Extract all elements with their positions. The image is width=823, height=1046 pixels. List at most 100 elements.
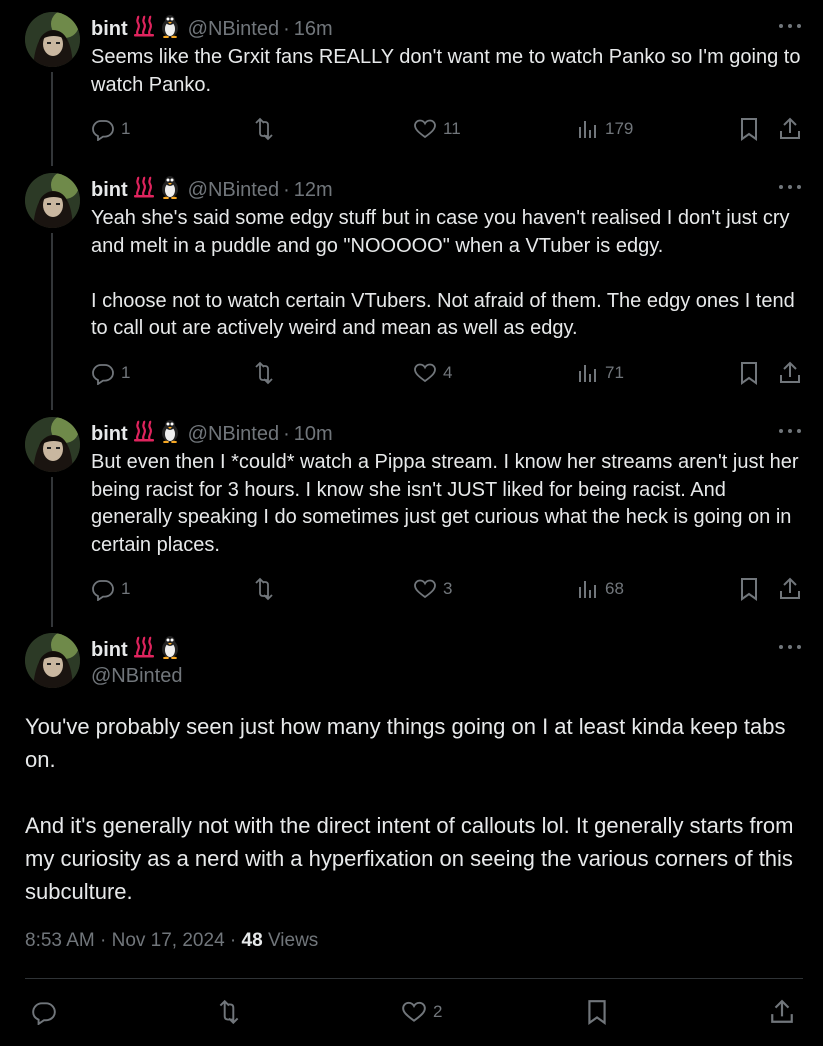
bookmark-button[interactable] — [738, 576, 760, 602]
tweet-text: But even then I *could* watch a Pippa st… — [91, 451, 805, 556]
more-options-icon[interactable] — [779, 184, 801, 190]
reply-button[interactable]: 1 — [91, 116, 130, 142]
tweet-meta: 8:53 AM · Nov 17, 2024 · 48 Views — [25, 930, 318, 952]
like-button[interactable]: 2 — [401, 999, 442, 1025]
avatar[interactable] — [25, 12, 80, 67]
reply-icon — [92, 580, 114, 601]
like-button[interactable]: 3 — [413, 576, 452, 602]
tweet-text: Yeah she's said some edgy stuff but in c… — [91, 207, 795, 339]
share-button[interactable] — [778, 576, 802, 602]
share-button[interactable] — [778, 360, 802, 386]
views-count: 71 — [605, 363, 624, 382]
bookmark-button[interactable] — [585, 999, 609, 1025]
heart-icon — [402, 1001, 426, 1022]
display-name[interactable]: bint — [91, 423, 128, 446]
tweet-text: Seems like the Grxit fans REALLY don't w… — [91, 46, 807, 96]
retweet-button[interactable] — [251, 116, 277, 142]
separator-dot: · — [283, 17, 290, 40]
tweet-time[interactable]: 16m — [294, 18, 333, 41]
avatar[interactable] — [25, 173, 80, 228]
bookmark-icon — [741, 578, 757, 601]
like-count: 4 — [443, 363, 453, 382]
tweet-time[interactable]: 12m — [294, 179, 333, 202]
views-icon — [579, 581, 596, 598]
reply-count: 1 — [121, 363, 131, 382]
more-options-icon[interactable] — [779, 644, 801, 650]
separator-dot: · — [283, 178, 290, 201]
display-name[interactable]: bint — [91, 639, 128, 662]
bookmark-button[interactable] — [738, 116, 760, 142]
views-button[interactable]: 179 — [577, 116, 633, 142]
heart-icon — [414, 119, 436, 139]
share-button[interactable] — [778, 116, 802, 142]
penguin-icon — [160, 175, 180, 205]
like-count: 3 — [443, 579, 453, 598]
separator-dot: · — [100, 930, 112, 951]
thread-connector — [51, 233, 53, 410]
hot-springs-icon — [133, 15, 155, 43]
views-label: Views — [267, 930, 319, 951]
reply-icon — [32, 1002, 56, 1025]
reply-button[interactable] — [31, 999, 57, 1025]
like-count: 11 — [443, 119, 461, 138]
user-handle[interactable]: @NBinted — [188, 423, 279, 446]
avatar[interactable] — [25, 633, 80, 688]
display-name[interactable]: bint — [91, 179, 128, 202]
separator-dot: · — [283, 422, 290, 445]
share-icon — [771, 999, 793, 1023]
reply-count: 1 — [121, 119, 131, 138]
thread-connector — [51, 72, 53, 166]
tweet-header: bint @NBinted · 10m — [91, 419, 333, 449]
bookmark-icon — [741, 118, 757, 141]
tweet-header: bint @NBinted · 12m — [91, 175, 333, 205]
like-count: 2 — [433, 1002, 443, 1021]
hot-springs-icon — [133, 636, 155, 664]
retweet-icon — [255, 117, 273, 141]
tweet-time[interactable]: 8:53 AM — [25, 930, 95, 951]
reply-icon — [92, 364, 114, 385]
retweet-button[interactable] — [251, 360, 277, 386]
reply-button[interactable]: 1 — [91, 360, 130, 386]
views-button[interactable]: 71 — [577, 360, 624, 386]
tweet-date[interactable]: Nov 17, 2024 — [112, 930, 225, 951]
retweet-icon — [219, 999, 239, 1025]
tweet-time[interactable]: 10m — [294, 423, 333, 446]
views-icon — [579, 121, 596, 138]
tweet-actions: 2 — [25, 997, 803, 1027]
more-options-icon[interactable] — [779, 23, 801, 29]
tweet-actions: 1 3 68 — [91, 576, 803, 602]
more-options-icon[interactable] — [779, 428, 801, 434]
heart-icon — [414, 363, 436, 383]
divider — [25, 978, 803, 979]
penguin-icon — [160, 419, 180, 449]
retweet-icon — [255, 577, 273, 601]
views-count: 68 — [605, 579, 624, 598]
views-icon — [579, 365, 596, 382]
display-name[interactable]: bint — [91, 18, 128, 41]
hot-springs-icon — [133, 176, 155, 204]
separator-dot: · — [229, 930, 242, 951]
avatar[interactable] — [25, 417, 80, 472]
reply-button[interactable]: 1 — [91, 576, 130, 602]
reply-icon — [92, 120, 114, 141]
tweet-text: You've probably seen just how many thing… — [25, 714, 794, 904]
like-button[interactable]: 4 — [413, 360, 452, 386]
user-handle[interactable]: @NBinted — [188, 18, 279, 41]
reply-count: 1 — [121, 579, 131, 598]
like-button[interactable]: 11 — [413, 116, 461, 142]
user-handle[interactable]: @NBinted — [91, 665, 182, 688]
user-handle[interactable]: @NBinted — [188, 179, 279, 202]
thread-connector — [51, 477, 53, 627]
bookmark-icon — [588, 1000, 606, 1025]
bookmark-button[interactable] — [738, 360, 760, 386]
tweet-actions: 1 4 71 — [91, 360, 803, 386]
retweet-button[interactable] — [251, 576, 277, 602]
hot-springs-icon — [133, 420, 155, 448]
views-count: 48 — [241, 930, 263, 951]
retweet-icon — [255, 361, 273, 385]
retweet-button[interactable] — [215, 999, 243, 1025]
share-button[interactable] — [769, 999, 795, 1025]
views-button[interactable]: 68 — [577, 576, 624, 602]
share-icon — [780, 577, 800, 599]
share-icon — [780, 117, 800, 139]
